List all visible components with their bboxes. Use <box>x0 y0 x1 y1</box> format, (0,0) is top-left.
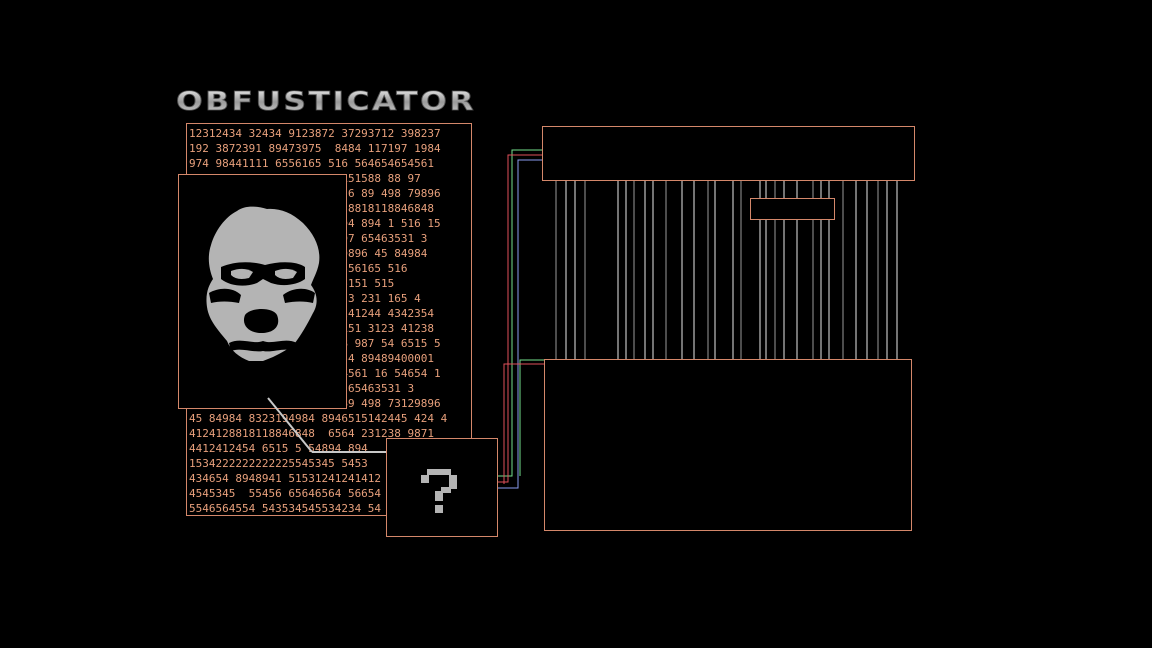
portrait-connector-line <box>267 397 313 453</box>
lower-frame <box>544 359 912 531</box>
wire-green-lower <box>519 359 544 476</box>
question-mark-icon <box>421 469 457 513</box>
wire-red-lower <box>503 363 544 484</box>
vertical-bars-group <box>555 181 898 359</box>
frame-slot <box>750 198 835 220</box>
upper-frame <box>542 126 915 181</box>
mystery-panel[interactable] <box>386 438 498 537</box>
circuit-overlay <box>267 149 898 489</box>
